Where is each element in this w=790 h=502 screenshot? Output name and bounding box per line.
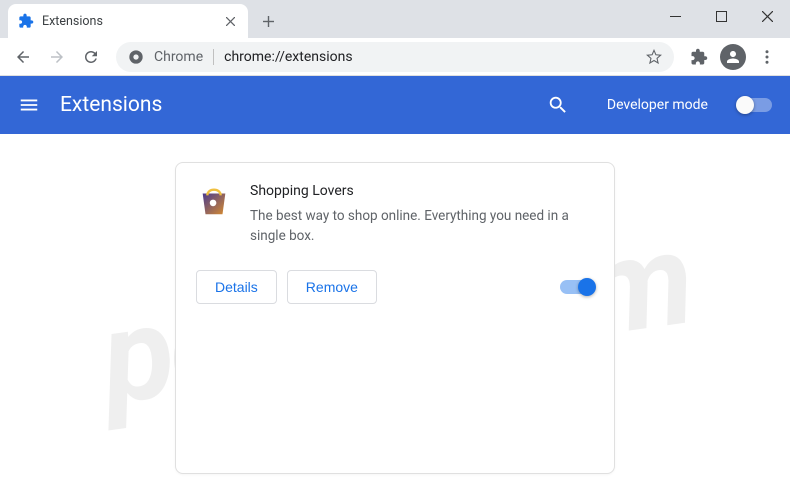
page-title: Extensions bbox=[60, 93, 527, 117]
omnibox-url: chrome://extensions bbox=[224, 49, 636, 65]
address-bar[interactable]: Chrome chrome://extensions bbox=[116, 42, 674, 72]
new-tab-button[interactable] bbox=[254, 7, 282, 35]
omnibox-separator bbox=[213, 49, 214, 65]
close-window-button[interactable] bbox=[744, 0, 790, 32]
extension-name: Shopping Lovers bbox=[250, 183, 594, 199]
developer-mode-toggle[interactable] bbox=[738, 98, 772, 112]
profile-avatar[interactable] bbox=[718, 42, 748, 72]
extension-app-icon bbox=[196, 183, 232, 219]
window-controls bbox=[652, 0, 790, 32]
details-button[interactable]: Details bbox=[196, 270, 277, 304]
extensions-favicon bbox=[18, 13, 34, 29]
chrome-icon bbox=[128, 49, 144, 65]
remove-button[interactable]: Remove bbox=[287, 270, 377, 304]
reload-button[interactable] bbox=[76, 42, 106, 72]
browser-tab[interactable]: Extensions bbox=[8, 4, 248, 38]
tab-close-icon[interactable] bbox=[222, 13, 238, 29]
kebab-menu-icon[interactable] bbox=[752, 42, 782, 72]
extensions-header: Extensions Developer mode bbox=[0, 76, 790, 134]
extension-description: The best way to shop online. Everything … bbox=[250, 207, 594, 246]
extension-card: Shopping Lovers The best way to shop onl… bbox=[175, 162, 615, 474]
back-button[interactable] bbox=[8, 42, 38, 72]
bookmark-star-icon[interactable] bbox=[646, 49, 662, 65]
hamburger-menu-icon[interactable] bbox=[18, 94, 40, 116]
search-icon[interactable] bbox=[547, 94, 569, 116]
developer-mode-label: Developer mode bbox=[607, 97, 708, 113]
omnibox-prefix: Chrome bbox=[154, 49, 203, 65]
extensions-content: pcrisk.com Shopping Lovers The best way … bbox=[0, 134, 790, 502]
extensions-puzzle-icon[interactable] bbox=[684, 42, 714, 72]
browser-toolbar: Chrome chrome://extensions bbox=[0, 38, 790, 76]
tab-title: Extensions bbox=[42, 14, 214, 29]
extension-enable-toggle[interactable] bbox=[560, 280, 594, 294]
minimize-button[interactable] bbox=[652, 0, 698, 32]
forward-button[interactable] bbox=[42, 42, 72, 72]
maximize-button[interactable] bbox=[698, 0, 744, 32]
